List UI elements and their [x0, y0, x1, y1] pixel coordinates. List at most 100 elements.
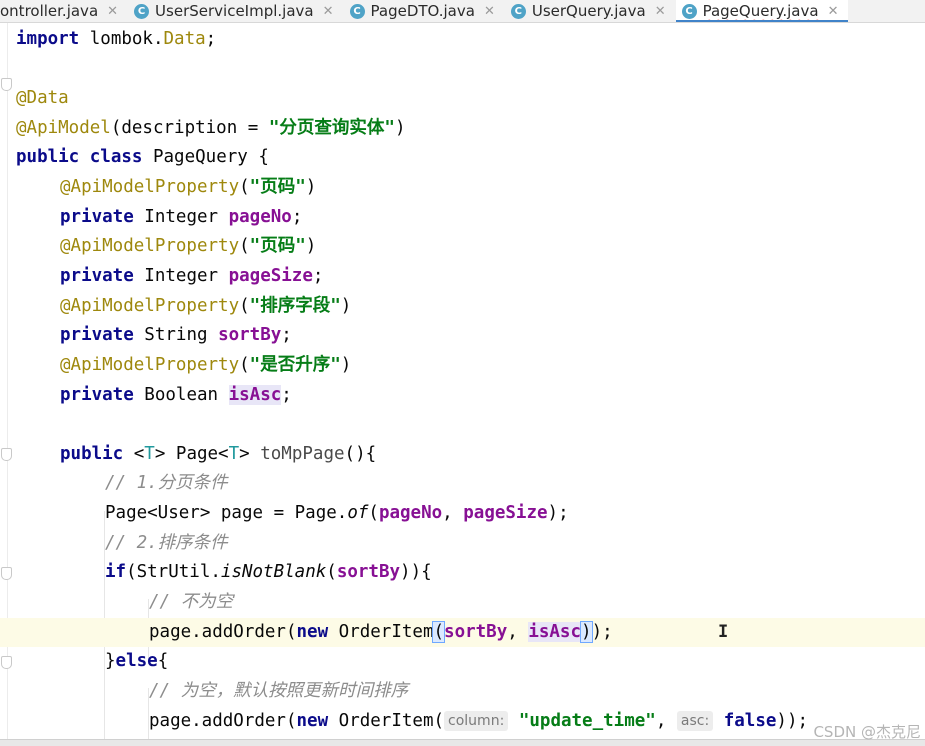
- keyword: public: [60, 444, 124, 464]
- field-name: pageSize: [228, 266, 313, 286]
- punctuation: ;: [312, 266, 324, 286]
- punctuation: {: [157, 651, 169, 671]
- type-parameter: T: [228, 444, 240, 464]
- code-line-class-decl: public class PageQuery {: [16, 143, 269, 172]
- statement: Page<User> page = Page.: [105, 503, 348, 523]
- code-line-add-order-default: page.addOrder(new OrderItem(column: "upd…: [149, 707, 808, 736]
- tab-pagequery-java[interactable]: C PageQuery.java ✕: [675, 0, 849, 22]
- code-line-prop-annotation: @ApiModelProperty("页码"): [60, 173, 316, 202]
- field-name: isAsc: [528, 622, 582, 642]
- comment: // 不为空: [149, 592, 234, 612]
- code-line-field: private String sortBy;: [60, 321, 292, 350]
- punctuation: )){: [400, 562, 432, 582]
- keyword: new: [296, 622, 329, 642]
- statement: page.addOrder(: [149, 622, 297, 642]
- keyword: private: [60, 325, 134, 345]
- parameter-hint: asc:: [676, 711, 714, 731]
- code-line-comment: // 为空，默认按照更新时间排序: [149, 677, 408, 706]
- type-name: Integer: [133, 266, 229, 286]
- tab-label: UserQuery.java: [531, 2, 646, 20]
- field-name: isAsc: [228, 385, 282, 405]
- class-name: PageQuery {: [142, 147, 269, 167]
- text-cursor-icon: I: [718, 622, 729, 642]
- comment: // 1.分页条件: [105, 473, 228, 493]
- keyword: else: [115, 651, 158, 671]
- tab-label: UserServiceImpl.java: [155, 2, 314, 20]
- code-line-field: private Boolean isAsc;: [60, 381, 292, 410]
- code-line-current: page.addOrder(new OrderItem(sortBy, isAs…: [0, 618, 925, 647]
- punctuation: ,: [442, 503, 464, 523]
- field-name: sortBy: [336, 562, 401, 582]
- close-icon[interactable]: ✕: [107, 4, 118, 19]
- keyword: private: [60, 385, 134, 405]
- code-line-comment: // 1.分页条件: [105, 469, 228, 498]
- keyword: private: [60, 266, 134, 286]
- status-bar: [0, 739, 925, 746]
- parameter-hint: column:: [444, 711, 509, 731]
- code-line-else: }else{: [105, 647, 168, 676]
- punctuation: ;: [281, 385, 292, 405]
- punctuation: ): [394, 118, 406, 138]
- tab-pagedto-java[interactable]: C PageDTO.java ✕: [344, 0, 505, 22]
- string-literal: "update_time": [518, 711, 656, 731]
- keyword: private: [60, 207, 134, 227]
- punctuation: (: [239, 355, 250, 375]
- field-name: sortBy: [444, 622, 508, 642]
- annotation: @ApiModelProperty: [60, 296, 240, 316]
- type-name: String: [133, 325, 219, 345]
- annotation: @ApiModel: [16, 118, 111, 138]
- string-literal: "页码": [249, 236, 306, 256]
- string-literal: "分页查询实体": [268, 118, 395, 138]
- fold-marker-icon[interactable]: [1, 567, 12, 580]
- close-icon[interactable]: ✕: [655, 4, 666, 19]
- punctuation: ,: [655, 711, 677, 731]
- punctuation: ): [305, 177, 317, 197]
- package-name: lombok.: [79, 29, 164, 49]
- punctuation: (){: [344, 444, 377, 464]
- code-line-if: if(StrUtil.isNotBlank(sortBy)){: [105, 558, 432, 587]
- fold-marker-icon[interactable]: [1, 656, 12, 669]
- method-name: toMpPage: [260, 444, 345, 464]
- close-icon[interactable]: ✕: [323, 4, 334, 19]
- fold-marker-icon[interactable]: [1, 78, 12, 91]
- static-method: of: [347, 503, 369, 523]
- matched-bracket: ): [580, 621, 593, 643]
- close-icon[interactable]: ✕: [484, 4, 495, 19]
- punctuation: (: [368, 503, 379, 523]
- punctuation: ;: [281, 325, 292, 345]
- type-parameter: T: [144, 444, 155, 464]
- punctuation: ): [340, 296, 352, 316]
- punctuation: );: [547, 503, 569, 523]
- code-editor[interactable]: import lombok.Data; @Data @ApiModel(desc…: [0, 23, 925, 746]
- close-icon[interactable]: ✕: [828, 4, 839, 19]
- tab-controller-java[interactable]: ontroller.java ✕: [0, 0, 128, 22]
- code-line-prop-annotation: @ApiModelProperty("是否升序"): [60, 351, 351, 380]
- fold-marker-icon[interactable]: [1, 448, 12, 461]
- punctuation: ,: [507, 622, 529, 642]
- keyword: import: [16, 29, 80, 49]
- code-line-annotation-data: @Data: [16, 84, 69, 113]
- code-line-method-decl: public <T> Page<T> toMpPage(){: [60, 440, 376, 469]
- annotation: @ApiModelProperty: [60, 355, 240, 375]
- comment: // 为空，默认按照更新时间排序: [149, 681, 409, 701]
- punctuation: ): [340, 355, 352, 375]
- matched-bracket: (: [432, 621, 445, 643]
- tab-label: PageDTO.java: [370, 2, 475, 20]
- code-line-comment: // 2.排序条件: [105, 529, 228, 558]
- annotation-args: (description =: [110, 118, 269, 138]
- keyword: if: [105, 562, 127, 582]
- code-line-prop-annotation: @ApiModelProperty("排序字段"): [60, 292, 351, 321]
- keyword: false: [723, 711, 777, 731]
- type-name: > Page<: [154, 444, 229, 464]
- java-class-icon: C: [134, 3, 150, 19]
- tab-label: ontroller.java: [0, 2, 99, 20]
- code-line-annotation-apimodel: @ApiModel(description = "分页查询实体"): [16, 114, 406, 143]
- punctuation: ));: [776, 711, 809, 731]
- annotation: @ApiModelProperty: [60, 177, 240, 197]
- type-name: Integer: [133, 207, 229, 227]
- class-name: OrderItem(: [328, 711, 445, 731]
- field-name: pageNo: [378, 503, 443, 523]
- statement: page.addOrder(: [149, 711, 297, 731]
- tab-userserviceimpl-java[interactable]: C UserServiceImpl.java ✕: [128, 0, 343, 22]
- tab-userquery-java[interactable]: C UserQuery.java ✕: [505, 0, 676, 22]
